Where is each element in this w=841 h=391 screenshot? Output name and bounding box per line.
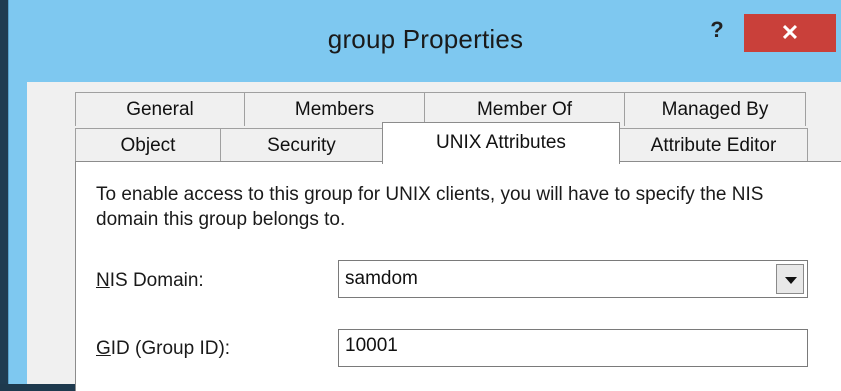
tab-managed-by[interactable]: Managed By bbox=[624, 92, 806, 126]
close-button[interactable]: ✕ bbox=[744, 14, 836, 52]
tab-row-2: Object Security UNIX Attributes Attribut… bbox=[75, 122, 808, 164]
gid-accelerator: G bbox=[96, 338, 111, 359]
unix-attributes-panel: To enable access to this group for UNIX … bbox=[75, 161, 841, 391]
tab-attribute-editor[interactable]: Attribute Editor bbox=[619, 128, 808, 162]
gid-label: GID (Group ID): bbox=[96, 338, 230, 360]
nis-domain-label-text: IS Domain: bbox=[109, 270, 204, 291]
nis-domain-combobox[interactable]: samdom bbox=[338, 260, 808, 298]
tab-unix-attributes[interactable]: UNIX Attributes bbox=[382, 122, 620, 164]
close-icon: ✕ bbox=[780, 20, 800, 45]
nis-domain-value: samdom bbox=[345, 268, 418, 289]
tab-members[interactable]: Members bbox=[244, 92, 425, 126]
chevron-down-icon[interactable] bbox=[776, 264, 804, 294]
gid-value: 10001 bbox=[345, 335, 398, 356]
tab-security[interactable]: Security bbox=[220, 128, 383, 162]
properties-dialog: group Properties ? ✕ General Members Mem… bbox=[8, 0, 841, 391]
gid-label-text: ID (Group ID): bbox=[110, 338, 231, 359]
tab-row-1: General Members Member Of Managed By bbox=[75, 92, 806, 126]
nis-domain-accelerator: N bbox=[96, 270, 110, 291]
panel-description: To enable access to this group for UNIX … bbox=[96, 184, 764, 230]
title-bar[interactable]: group Properties ? ✕ bbox=[9, 0, 841, 82]
dialog-client-area: General Members Member Of Managed By Obj… bbox=[27, 82, 841, 391]
tab-object[interactable]: Object bbox=[75, 128, 221, 162]
gid-input[interactable]: 10001 bbox=[338, 329, 808, 367]
help-button[interactable]: ? bbox=[699, 12, 735, 48]
tab-member-of[interactable]: Member Of bbox=[424, 92, 625, 126]
tab-general[interactable]: General bbox=[75, 92, 245, 126]
nis-domain-label: NIS Domain: bbox=[96, 270, 204, 292]
